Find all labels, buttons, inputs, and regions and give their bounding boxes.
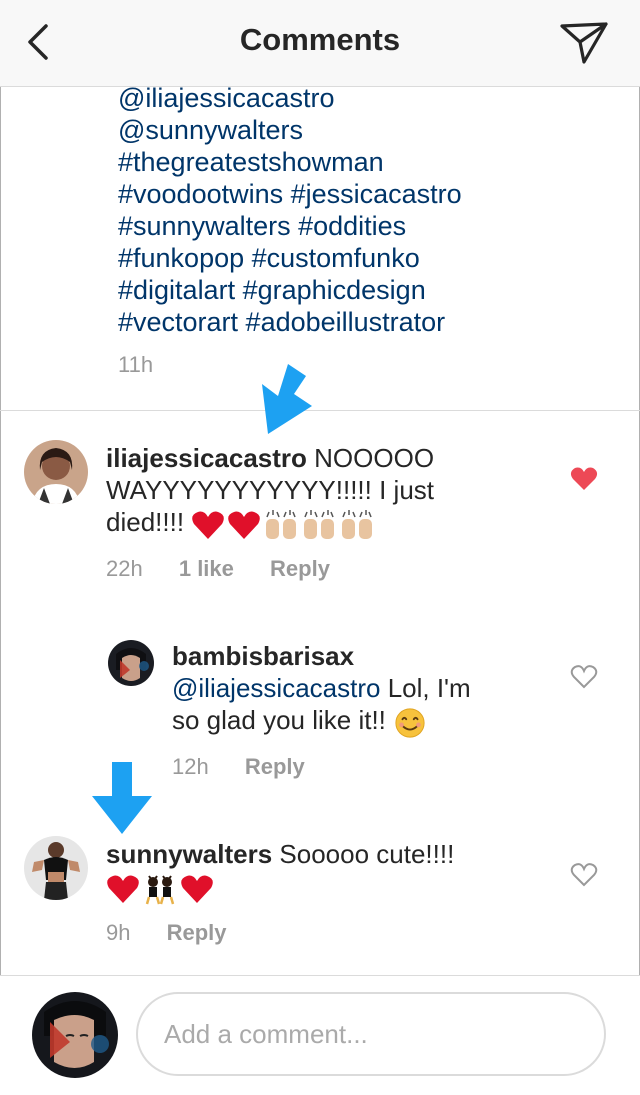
comment-text: died!!!! [106, 507, 192, 537]
caption-tag-line[interactable]: #voodootwins #jessicacastro [118, 178, 518, 210]
caption-tag-line[interactable]: #sunnywalters #oddities [118, 210, 518, 242]
comment-body: sunnywalters Sooooo cute!!!! [106, 838, 556, 905]
emoji-group [106, 871, 216, 905]
raising-hands-emoji-icon [304, 510, 335, 540]
comment-meta: 12h Reply [172, 754, 335, 780]
red-heart-emoji-icon [192, 511, 225, 540]
red-heart-emoji-icon [228, 511, 261, 540]
comment-username[interactable]: bambisbarisax [172, 641, 354, 671]
comment-meta: 22h 1 like Reply [106, 556, 360, 582]
comment-timestamp: 12h [172, 754, 209, 779]
down-arrow-icon [92, 762, 152, 834]
comment-timestamp: 9h [106, 920, 131, 945]
down-arrow-icon [262, 364, 312, 434]
reply-button[interactable]: Reply [167, 920, 227, 945]
emoji-group [191, 507, 377, 541]
paper-plane-icon[interactable] [558, 18, 610, 68]
avatar[interactable] [24, 440, 88, 504]
comment-text: WAYYYYYYYYYYY!!!!! I just [106, 475, 434, 505]
divider [0, 410, 640, 411]
comment-body: bambisbarisax @iliajessicacastro Lol, I'… [172, 640, 552, 739]
mention-link[interactable]: @iliajessicacastro [172, 673, 380, 703]
comment-input[interactable] [136, 992, 606, 1076]
comment-meta: 9h Reply [106, 920, 257, 946]
caption-tag-line[interactable]: #funkopop #customfunko [118, 242, 518, 274]
reply-button[interactable]: Reply [270, 556, 330, 581]
avatar[interactable] [24, 836, 88, 900]
smiling-face-emoji-icon [395, 708, 425, 738]
heart-filled-icon[interactable] [570, 466, 598, 492]
caption-tag-line[interactable]: #vectorart #adobeillustrator [118, 306, 518, 338]
red-heart-emoji-icon [181, 875, 213, 904]
comment-text: NOOOOO [306, 443, 435, 473]
caption-tag-list: @iliajessicacastro @sunnywalters #thegre… [118, 82, 518, 338]
caption-tag-line[interactable]: #digitalart #graphicdesign [118, 274, 518, 306]
reply-button[interactable]: Reply [245, 754, 305, 779]
like-count-button[interactable]: 1 like [179, 556, 234, 581]
avatar[interactable] [108, 640, 154, 686]
comment-username[interactable]: sunnywalters [106, 839, 272, 869]
avatar[interactable] [32, 992, 118, 1078]
comment-text: so glad you like it!! [172, 705, 394, 735]
caption-tag-line[interactable]: @iliajessicacastro [118, 82, 518, 114]
comment-timestamp: 22h [106, 556, 143, 581]
comment-text: Lol, I'm [380, 673, 471, 703]
raising-hands-emoji-icon [342, 510, 373, 540]
comment-text: Sooooo cute!!!! [272, 839, 455, 869]
dancing-women-emoji-icon [145, 875, 175, 905]
emoji-group [393, 705, 429, 739]
red-heart-emoji-icon [107, 875, 139, 904]
comment-username[interactable]: iliajessicacastro [106, 443, 307, 473]
page-title: Comments [239, 22, 401, 57]
raising-hands-emoji-icon [266, 510, 297, 540]
header-bar: Comments [0, 0, 640, 87]
caption-tag-line[interactable]: @sunnywalters [118, 114, 518, 146]
caption-tag-line[interactable]: #thegreatestshowman [118, 146, 518, 178]
compose-bar [0, 975, 640, 1095]
comment-body: iliajessicacastro NOOOOO WAYYYYYYYYYYY!!… [106, 442, 556, 541]
heart-outline-icon[interactable] [570, 862, 598, 888]
caption-timestamp: 11h [118, 352, 154, 377]
heart-outline-icon[interactable] [570, 664, 598, 690]
